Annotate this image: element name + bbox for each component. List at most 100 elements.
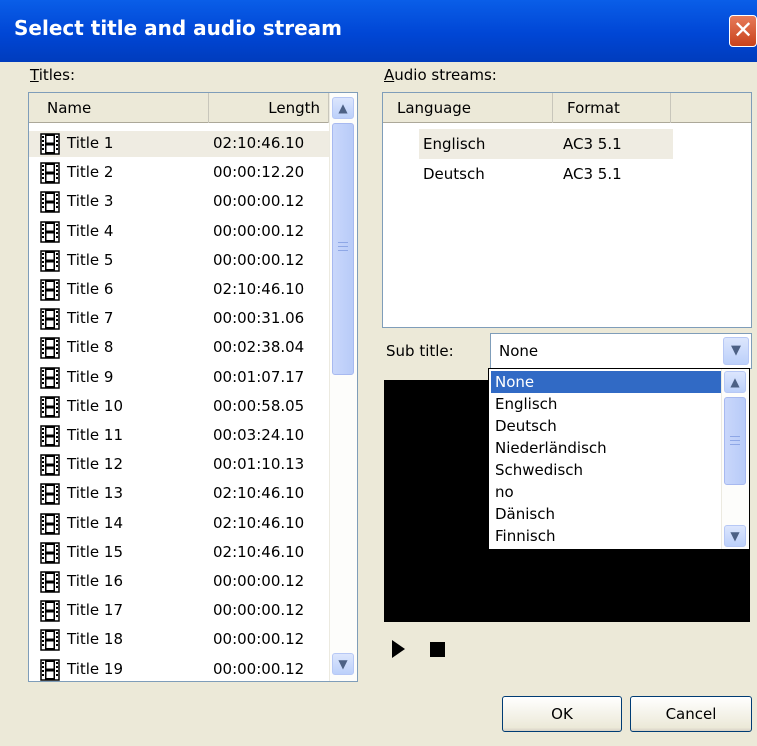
audio-format: AC3 5.1 — [563, 135, 622, 153]
subtitle-select[interactable]: None ▼ — [490, 333, 752, 369]
table-row[interactable]: Title 16 00:00:00.12 — [29, 569, 329, 595]
film-icon — [39, 454, 61, 476]
title-length: 02:10:46.10 — [213, 484, 305, 503]
table-row[interactable]: Title 3 00:00:00.12 — [29, 189, 329, 215]
title-name: Title 2 — [67, 163, 114, 182]
title-length: 02:10:46.10 — [213, 513, 305, 532]
film-icon — [39, 250, 61, 272]
column-header-language[interactable]: Language — [383, 93, 553, 123]
title-length: 00:03:24.10 — [213, 426, 305, 444]
film-icon — [39, 483, 61, 506]
film-icon — [39, 658, 61, 681]
scroll-up-icon[interactable]: ▲ — [724, 371, 746, 393]
table-row[interactable]: Title 2 00:00:12.20 — [29, 160, 329, 186]
titles-list[interactable]: Name Length Title 1 02:10:46.10 Title 2 00:… — [28, 92, 358, 682]
play-icon[interactable] — [392, 640, 405, 658]
subtitle-selected-value: None — [499, 342, 539, 360]
table-row[interactable]: Title 14 02:10:46.10 — [29, 511, 329, 537]
scroll-down-icon[interactable]: ▼ — [724, 525, 746, 547]
dropdown-option[interactable]: no — [491, 481, 721, 503]
film-icon — [39, 512, 61, 535]
scrollbar-thumb[interactable] — [332, 123, 354, 375]
title-length: 00:00:00.12 — [213, 601, 305, 620]
title-name: Title 8 — [67, 338, 114, 357]
film-icon — [39, 162, 61, 184]
film-icon — [39, 220, 61, 243]
dropdown-option[interactable]: Finnisch — [491, 525, 721, 547]
dropdown-scrollbar[interactable]: ▲ ▼ — [721, 369, 749, 549]
title-name: Title 9 — [67, 367, 114, 386]
film-icon — [39, 337, 61, 360]
title-name: Title 3 — [67, 192, 114, 211]
audio-streams-label: Audio streams: — [384, 66, 497, 84]
title-length: 00:02:38.04 — [213, 338, 305, 357]
title-length: 02:10:46.10 — [213, 542, 305, 561]
table-row[interactable]: Title 1 02:10:46.10 — [29, 131, 329, 157]
dropdown-option[interactable]: Deutsch — [491, 415, 721, 437]
title-name: Title 1 — [67, 134, 114, 152]
close-button[interactable]: ✕ — [729, 15, 757, 47]
film-icon — [39, 279, 61, 301]
title-length: 02:10:46.10 — [213, 134, 305, 152]
table-row[interactable]: Title 10 00:00:58.05 — [29, 394, 329, 420]
title-length: 00:00:58.05 — [213, 396, 305, 415]
audio-stream-row[interactable]: Englisch AC3 5.1 — [419, 129, 673, 159]
title-name: Title 15 — [67, 542, 124, 561]
scroll-down-icon[interactable]: ▼ — [332, 653, 354, 675]
film-icon — [39, 629, 61, 652]
table-row[interactable]: Title 18 00:00:00.12 — [29, 627, 329, 653]
audio-language: Englisch — [423, 135, 486, 153]
dropdown-option[interactable]: Schwedisch — [491, 459, 721, 481]
film-icon — [39, 308, 61, 330]
column-header-format[interactable]: Format — [553, 93, 671, 123]
scrollbar-thumb[interactable] — [724, 397, 746, 485]
subtitle-label: Sub title: — [386, 342, 454, 360]
film-icon — [39, 396, 61, 418]
audio-header: Language Format — [383, 93, 751, 123]
ok-button[interactable]: OK — [502, 696, 622, 732]
table-row[interactable]: Title 6 02:10:46.10 — [29, 277, 329, 303]
table-row[interactable]: Title 7 00:00:31.06 — [29, 306, 329, 332]
title-name: Title 10 — [67, 396, 124, 415]
titles-label: Titles: — [30, 66, 76, 84]
scroll-up-icon[interactable]: ▲ — [332, 97, 354, 119]
table-row[interactable]: Title 8 00:02:38.04 — [29, 335, 329, 361]
dropdown-option[interactable]: Dänisch — [491, 503, 721, 525]
table-row[interactable]: Title 4 00:00:00.12 — [29, 219, 329, 245]
title-name: Title 19 — [67, 659, 124, 678]
title-length: 00:00:00.12 — [213, 659, 305, 678]
stop-icon[interactable] — [430, 642, 445, 657]
audio-stream-row[interactable]: Deutsch AC3 5.1 — [419, 159, 673, 189]
column-header-name[interactable]: Name — [29, 93, 209, 123]
table-row[interactable]: Title 11 00:03:24.10 — [29, 423, 329, 449]
title-length: 00:00:12.20 — [213, 163, 305, 182]
film-icon — [39, 542, 61, 564]
window-title: Select title and audio stream — [14, 16, 342, 40]
title-length: 00:00:00.12 — [213, 221, 305, 240]
table-row[interactable]: Title 19 00:00:00.12 — [29, 657, 329, 681]
subtitle-dropdown-list[interactable]: None Englisch Deutsch Niederländisch Schwedi… — [488, 368, 750, 550]
table-row[interactable]: Title 13 02:10:46.10 — [29, 481, 329, 507]
film-icon — [39, 191, 61, 214]
title-name: Title 13 — [67, 484, 124, 503]
table-row[interactable]: Title 15 02:10:46.10 — [29, 540, 329, 566]
title-length: 00:00:00.12 — [213, 572, 305, 590]
dropdown-option[interactable]: Englisch — [491, 393, 721, 415]
titles-scrollbar[interactable]: ▲ ▼ — [329, 93, 357, 681]
title-name: Title 17 — [67, 601, 124, 620]
title-name: Title 11 — [67, 426, 124, 444]
cancel-button[interactable]: Cancel — [630, 696, 752, 732]
column-header-length[interactable]: Length — [209, 93, 329, 123]
dropdown-option[interactable]: Niederländisch — [491, 437, 721, 459]
title-name: Title 6 — [67, 280, 114, 298]
titles-header: Name Length — [29, 93, 329, 123]
audio-streams-list[interactable]: Language Format Englisch AC3 5.1 Deutsch… — [382, 92, 752, 328]
table-row[interactable]: Title 5 00:00:00.12 — [29, 248, 329, 274]
table-row[interactable]: Title 9 00:01:07.17 — [29, 365, 329, 391]
table-row[interactable]: Title 17 00:00:00.12 — [29, 598, 329, 624]
title-name: Title 5 — [67, 250, 114, 269]
title-name: Title 4 — [67, 221, 114, 240]
chevron-down-icon[interactable]: ▼ — [723, 337, 749, 365]
table-row[interactable]: Title 12 00:01:10.13 — [29, 452, 329, 478]
dropdown-option[interactable]: None — [491, 371, 721, 393]
